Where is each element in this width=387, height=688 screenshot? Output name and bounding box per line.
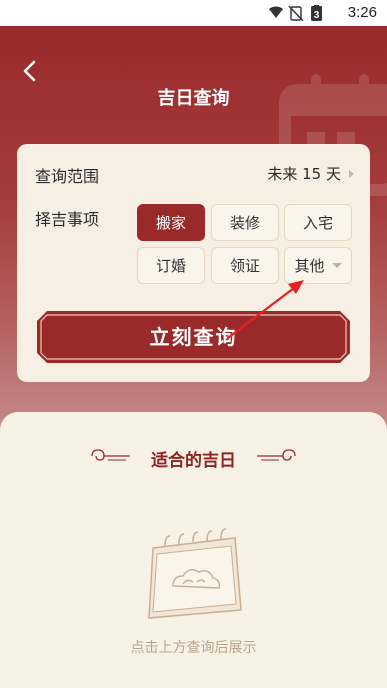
query-button-label: 立刻查询 [149, 325, 238, 349]
no-sim-icon [288, 5, 304, 21]
chevron-right-icon [349, 169, 354, 178]
option-other[interactable]: 其他 [284, 247, 352, 284]
option-move-in[interactable]: 入宅 [284, 204, 352, 241]
range-value: 未来 15 天 [267, 165, 341, 183]
chevron-left-icon [23, 60, 36, 82]
page-title: 吉日查询 [157, 88, 230, 109]
status-bar: 3 3:26 [0, 0, 387, 26]
empty-hint: 点击上方查询后展示 [130, 640, 257, 656]
battery-icon: 3 [311, 5, 322, 21]
option-marriage-license[interactable]: 领证 [211, 247, 279, 284]
option-move[interactable]: 搬家 [137, 204, 205, 241]
result-title: 适合的吉日 [151, 451, 236, 471]
query-card: 查询范围 未来 15 天 择吉事项 搬家 装修 入宅 订婚 领证 其他 立刻查询 [17, 144, 370, 382]
wifi-icon [269, 6, 283, 18]
option-engagement[interactable]: 订婚 [137, 247, 205, 284]
empty-calendar-icon [148, 528, 242, 619]
status-icons: 3 [269, 5, 322, 21]
matter-label: 择吉事项 [35, 210, 100, 229]
chevron-down-icon [331, 263, 342, 268]
cloud-ornament-icon [257, 449, 296, 461]
status-time: 3:26 [347, 4, 377, 21]
range-selector[interactable]: 未来 15 天 [267, 163, 354, 184]
query-button[interactable]: 立刻查询 [37, 311, 350, 363]
result-panel: 适合的吉日 点击上方查询后展示 [0, 412, 387, 688]
back-button[interactable] [16, 56, 46, 86]
range-label: 查询范围 [35, 167, 100, 186]
svg-text:3: 3 [314, 10, 320, 21]
option-decorate[interactable]: 装修 [211, 204, 279, 241]
